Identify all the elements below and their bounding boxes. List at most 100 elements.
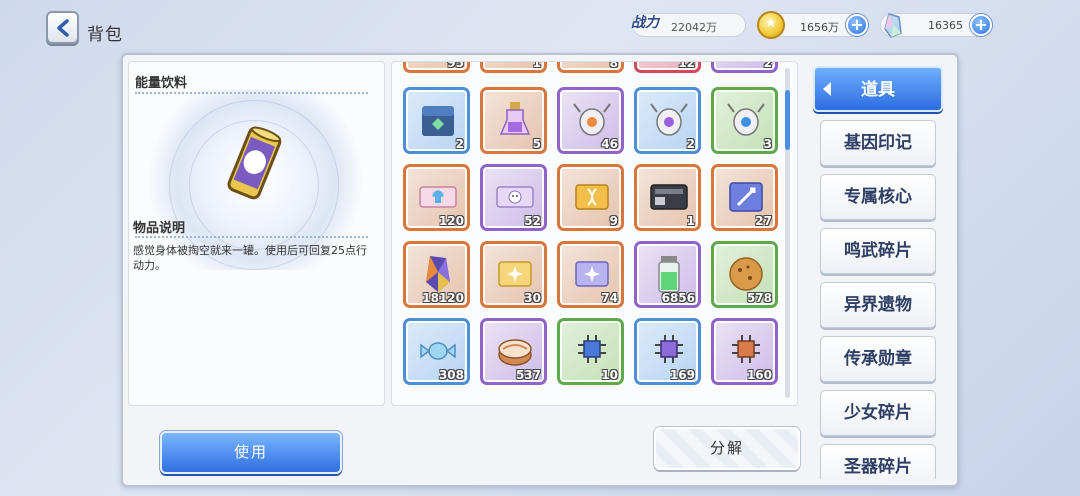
- power-value: 22042万: [671, 21, 717, 34]
- rainbow-star-card-icon: [575, 261, 609, 287]
- power-display: 战力 22042万: [631, 13, 746, 37]
- inventory-slot[interactable]: 18120: [403, 241, 470, 308]
- item-count: 18120: [422, 291, 464, 305]
- item-grid: 95 1 8 12 2 2 5 46 2 3 120 52 9 1 27 18120 30 74 6856 578 30…: [391, 61, 798, 406]
- inventory-slot[interactable]: 1: [634, 164, 701, 231]
- scroll-thumb[interactable]: [785, 90, 790, 150]
- inventory-slot[interactable]: 578: [711, 241, 778, 308]
- inventory-slot[interactable]: 2: [403, 87, 470, 154]
- tab-label: 传承勋章: [844, 349, 912, 369]
- description-title: 物品说明: [133, 221, 186, 236]
- tab-label: 专属核心: [844, 187, 912, 207]
- chevron-left-icon: [56, 18, 69, 37]
- add-gems-button[interactable]: +: [970, 14, 992, 36]
- blue-drone-icon: [727, 103, 765, 136]
- sword-card-icon: [729, 182, 763, 212]
- inventory-slot[interactable]: 8: [557, 61, 624, 73]
- tab-label: 少女碎片: [844, 403, 912, 423]
- description-text: 感觉身体被掏空就来一罐。使用后可回复25点行动力。: [133, 244, 367, 272]
- item-count: 5: [532, 137, 541, 151]
- tab-label: 鸣武碎片: [844, 241, 912, 261]
- inventory-slot[interactable]: 2: [634, 87, 701, 154]
- inventory-slot[interactable]: 46: [557, 87, 624, 154]
- tab-relic[interactable]: 异界遗物: [820, 282, 936, 328]
- inventory-slot[interactable]: 52: [480, 164, 547, 231]
- item-count: 30: [524, 291, 541, 305]
- tab-selected-arrow-icon: [823, 82, 831, 96]
- item-detail-card: 能量饮料 物品说明 感觉身体被掏空就来一罐。使用后可回复25点行动力。: [128, 61, 385, 406]
- green-battery-icon: [658, 256, 680, 293]
- item-count: 2: [763, 61, 772, 70]
- tab-items[interactable]: 道具: [813, 66, 943, 112]
- candy-icon: [420, 342, 456, 360]
- tab-label: 基因印记: [844, 133, 912, 153]
- item-count: 10: [601, 368, 618, 382]
- item-count: 308: [438, 368, 464, 382]
- blue-lockbox-icon: [422, 106, 454, 136]
- tab-artifact-shard[interactable]: 圣器碎片: [820, 444, 936, 479]
- inventory-slot[interactable]: 30: [480, 241, 547, 308]
- divider: [135, 236, 368, 238]
- tab-label: 圣器碎片: [844, 457, 912, 477]
- item-count: 46: [601, 137, 618, 151]
- use-button[interactable]: 使用: [160, 431, 342, 474]
- energy-drink-can-icon: [227, 126, 282, 200]
- inventory-slot[interactable]: 10: [557, 318, 624, 385]
- tab-label: 道具: [861, 80, 895, 100]
- inventory-slot[interactable]: 74: [557, 241, 624, 308]
- tab-label: 异界遗物: [844, 295, 912, 315]
- tab-girl-shard[interactable]: 少女碎片: [820, 390, 936, 436]
- tab-weapon-shard[interactable]: 鸣武碎片: [820, 228, 936, 274]
- purple-potion-bottle-icon: [499, 102, 531, 135]
- tab-gene-imprint[interactable]: 基因印记: [820, 120, 936, 166]
- grid-scrollbar[interactable]: [785, 68, 790, 398]
- inventory-slot[interactable]: 537: [480, 318, 547, 385]
- inventory-slot[interactable]: 9: [557, 164, 624, 231]
- item-count: 8: [609, 61, 618, 70]
- gold-star-card-icon: [498, 261, 532, 287]
- add-coins-button[interactable]: +: [846, 14, 868, 36]
- tab-legacy-medal[interactable]: 传承勋章: [820, 336, 936, 382]
- orange-chip-icon: [732, 335, 760, 363]
- power-label: 战力: [631, 15, 659, 31]
- inventory-slot[interactable]: 169: [634, 318, 701, 385]
- smiley-ticket-icon: [496, 186, 534, 208]
- decompose-button[interactable]: 分解: [654, 427, 800, 470]
- inventory-slot[interactable]: 27: [711, 164, 778, 231]
- item-count: 2: [686, 137, 695, 151]
- item-count: 3: [763, 137, 772, 151]
- inventory-slot[interactable]: 6856: [634, 241, 701, 308]
- item-count: 578: [746, 291, 772, 305]
- divider: [135, 92, 368, 94]
- shirt-ticket-icon: [419, 186, 457, 208]
- inventory-slot[interactable]: 120: [403, 164, 470, 231]
- inventory-slot[interactable]: 3: [711, 87, 778, 154]
- blue-chip-icon: [578, 335, 606, 363]
- coin-display: ★ 1656万 +: [757, 11, 868, 39]
- gem-value: 16365: [928, 19, 963, 32]
- item-count: 27: [755, 214, 772, 228]
- item-count: 12: [678, 61, 695, 70]
- back-button[interactable]: [46, 11, 79, 44]
- page-title: 背包: [87, 25, 123, 45]
- inventory-slot[interactable]: 2: [711, 61, 778, 73]
- inventory-slot[interactable]: 1: [480, 62, 547, 73]
- item-name: 能量饮料: [135, 76, 188, 91]
- inventory-slot[interactable]: 12: [634, 61, 701, 73]
- purple-drone-icon: [650, 103, 688, 136]
- item-count: 2: [455, 137, 464, 151]
- inventory-slot[interactable]: 308: [403, 318, 470, 385]
- tab-exclusive-core[interactable]: 专属核心: [820, 174, 936, 220]
- item-count: 537: [515, 368, 541, 382]
- inventory-slot[interactable]: 160: [711, 318, 778, 385]
- item-count: 6856: [661, 291, 695, 305]
- id-card-device-icon: [650, 184, 688, 210]
- crystal-gem-icon: [879, 11, 907, 39]
- item-count: 9: [609, 214, 618, 228]
- item-count: 160: [746, 368, 772, 382]
- item-count: 169: [669, 368, 695, 382]
- item-count: 1: [686, 214, 695, 228]
- item-count: 95: [447, 61, 464, 70]
- inventory-slot[interactable]: 95: [403, 61, 470, 73]
- inventory-slot[interactable]: 5: [480, 87, 547, 154]
